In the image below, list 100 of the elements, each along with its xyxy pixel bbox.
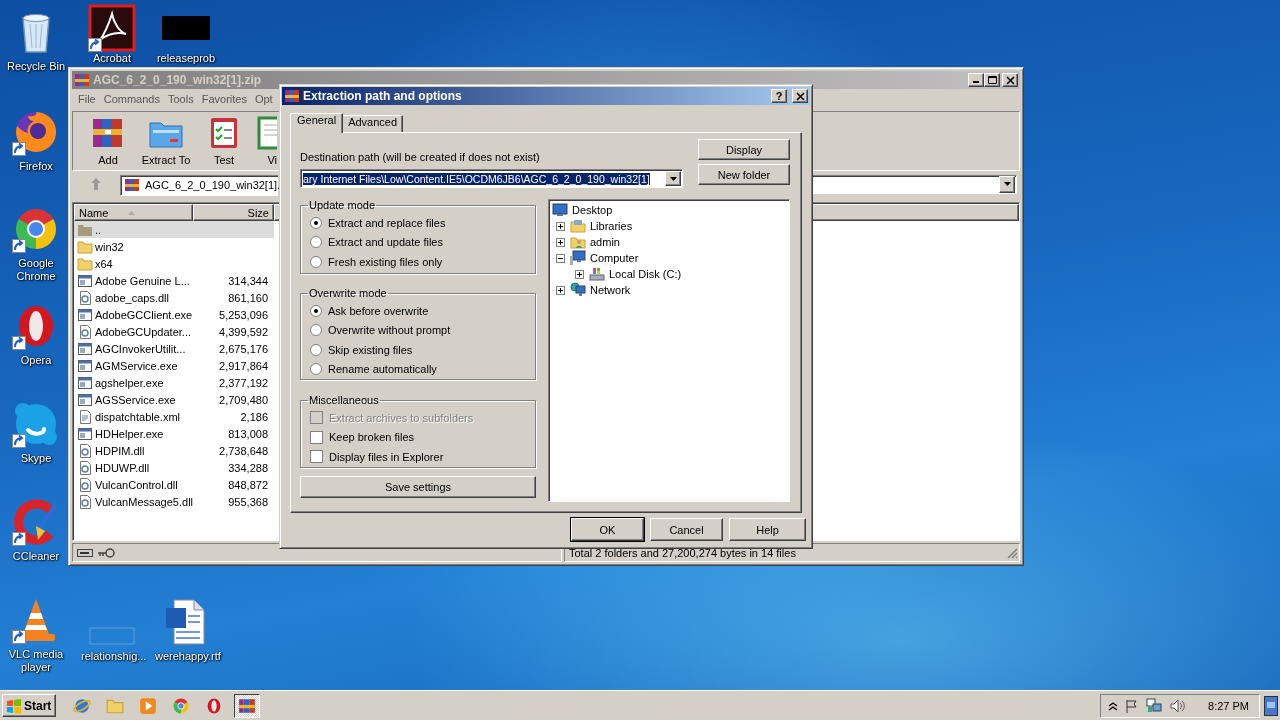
file-row[interactable]: adobe_caps.dll 861,160 xyxy=(74,289,274,306)
file-row[interactable]: AGSService.exe 2,709,480 xyxy=(74,391,274,408)
start-button[interactable]: Start xyxy=(2,694,57,717)
file-row[interactable]: VulcanMessage5.dll 955,368 xyxy=(74,493,274,510)
expand-toggle[interactable] xyxy=(556,253,565,263)
save-settings-button[interactable]: Save settings xyxy=(300,476,536,498)
option-label[interactable]: Extract and replace files xyxy=(328,216,446,229)
tree-item[interactable]: Local Disk (C:) xyxy=(609,268,682,280)
tab[interactable]: General xyxy=(290,113,344,133)
column-header[interactable]: Name xyxy=(74,204,193,221)
menu-item[interactable]: Favorites xyxy=(197,93,251,105)
tree-item[interactable]: Network xyxy=(590,284,631,296)
dropdown-button[interactable] xyxy=(665,171,681,186)
dialog-button[interactable]: Cancel xyxy=(650,518,723,541)
desktop-icon-label[interactable]: Firefox xyxy=(19,160,53,173)
skype-icon[interactable] xyxy=(12,400,60,448)
dropdown-button[interactable] xyxy=(999,175,1015,193)
show-desktop-icon[interactable] xyxy=(1264,695,1278,716)
dialog-button[interactable]: Help xyxy=(729,518,806,541)
radio-button[interactable] xyxy=(310,363,322,376)
option-label[interactable]: Rename automatically xyxy=(328,363,437,376)
resize-grip-icon[interactable] xyxy=(1006,546,1018,559)
file-row[interactable]: AGMService.exe 2,917,864 xyxy=(74,357,274,374)
menu-item[interactable]: File xyxy=(74,93,100,105)
desktop-icon-label[interactable]: Acrobat xyxy=(93,52,131,64)
file-row[interactable]: HDUWP.dll 334,288 xyxy=(74,459,274,476)
pdf-app-icon[interactable] xyxy=(88,4,136,52)
desktop-icon-label[interactable]: releaseprob xyxy=(156,52,216,64)
file-row[interactable]: win32 xyxy=(74,238,274,255)
option-label[interactable]: Ask before overwrite xyxy=(328,304,429,317)
chevron-icon[interactable] xyxy=(1108,700,1119,711)
flag-icon[interactable] xyxy=(1125,698,1140,713)
expand-toggle[interactable] xyxy=(556,285,565,295)
file-row[interactable]: Adobe Genuine L... 314,344 xyxy=(74,272,274,289)
file-row[interactable]: AGCInvokerUtilit... 2,675,176 xyxy=(74,340,274,357)
expand-toggle[interactable] xyxy=(556,237,565,247)
file-row[interactable]: x64 xyxy=(74,255,274,272)
file-name: x64 xyxy=(95,257,113,270)
menu-item[interactable]: Commands xyxy=(99,93,164,105)
file-row[interactable]: VulcanControl.dll 848,872 xyxy=(74,476,274,493)
close-button[interactable] xyxy=(1002,73,1018,87)
option-label[interactable]: Keep broken files xyxy=(329,431,414,444)
tree-item[interactable]: Computer xyxy=(590,252,639,264)
file-row[interactable]: dispatchtable.xml 2,186 xyxy=(74,408,274,425)
file-size: 5,253,096 xyxy=(219,308,268,321)
radio-button[interactable] xyxy=(310,343,322,356)
toolbar-button[interactable]: Test xyxy=(195,115,253,166)
maximize-button[interactable] xyxy=(984,73,1000,87)
speaker-icon[interactable] xyxy=(1169,697,1186,714)
option-label[interactable]: Fresh existing files only xyxy=(328,255,443,268)
clock[interactable]: 8:27 PM xyxy=(1208,699,1249,712)
radio-button[interactable] xyxy=(310,255,322,268)
desktop-icon-label[interactable]: Google Chrome xyxy=(5,257,67,283)
address-field[interactable]: AGC_6_2_0_190_win32[1]. xyxy=(120,174,278,196)
tab[interactable]: Advanced xyxy=(342,115,404,132)
file-row[interactable]: AdobeGCClient.exe 5,253,096 xyxy=(74,306,274,323)
menu-item[interactable]: Tools xyxy=(164,93,198,105)
tree-item[interactable]: Desktop xyxy=(572,204,613,216)
toolbar-button[interactable]: Extract To xyxy=(137,115,195,166)
expand-toggle[interactable] xyxy=(575,269,584,279)
radio-button[interactable] xyxy=(310,304,322,317)
desktop-icon-label[interactable]: Skype xyxy=(20,452,52,465)
file-row[interactable]: HDHelper.exe 813,008 xyxy=(74,425,274,442)
tree-item[interactable]: Libraries xyxy=(590,220,633,232)
checkbox[interactable] xyxy=(310,450,323,464)
help-button[interactable]: ? xyxy=(771,89,787,103)
tree-item[interactable]: admin xyxy=(590,236,620,248)
radio-button[interactable] xyxy=(310,324,322,337)
file-row[interactable]: AdobeGCUpdater... 4,399,592 xyxy=(74,323,274,340)
desktop-icon-label[interactable]: CCleaner xyxy=(12,550,60,563)
minimize-button[interactable] xyxy=(968,73,984,87)
taskbar-button[interactable] xyxy=(234,693,261,718)
file-name: AGMService.exe xyxy=(95,359,178,372)
option-label[interactable]: Display files in Explorer xyxy=(329,450,444,463)
option-label[interactable]: Overwrite without prompt xyxy=(328,324,451,337)
option-label[interactable]: Skip existing files xyxy=(328,343,413,356)
option-label[interactable]: Extract and update files xyxy=(328,236,443,249)
side-button[interactable]: Display xyxy=(698,139,790,160)
side-button[interactable]: New folder xyxy=(698,164,790,185)
toolbar-button[interactable]: Add xyxy=(79,115,137,166)
file-row[interactable]: HDPIM.dll 2,738,648 xyxy=(74,442,274,459)
ccleaner-icon[interactable] xyxy=(12,498,60,546)
menu-item[interactable]: Opt xyxy=(250,93,277,105)
file-row[interactable]: .. xyxy=(74,221,274,238)
expand-toggle[interactable] xyxy=(556,221,565,231)
file-row[interactable]: agshelper.exe 2,377,192 xyxy=(74,374,274,391)
column-header[interactable]: Size xyxy=(193,204,274,221)
path-field[interactable]: ary Internet Files\Low\Content.IE5\OCDM6JB6\AGC_6_2_0_190_win32[1] xyxy=(303,172,650,185)
dialog-button[interactable]: OK xyxy=(571,518,644,541)
disk-drive-icon xyxy=(589,266,605,282)
radio-button[interactable] xyxy=(310,216,322,229)
close-button[interactable] xyxy=(792,89,808,103)
network-icon[interactable] xyxy=(1146,697,1163,714)
radio-button[interactable] xyxy=(310,236,322,249)
desktop-icon-label[interactable]: Opera xyxy=(20,354,52,367)
checkbox[interactable] xyxy=(310,430,323,444)
chrome-icon xyxy=(172,696,191,715)
desktop-icon-label[interactable]: VLC media player xyxy=(5,648,67,674)
desktop-icon-label[interactable]: Recycle Bin xyxy=(6,60,66,73)
path-combo[interactable]: ary Internet Files\Low\Content.IE5\OCDM6JB6\AGC_6_2_0_190_win32[1] xyxy=(300,169,683,188)
